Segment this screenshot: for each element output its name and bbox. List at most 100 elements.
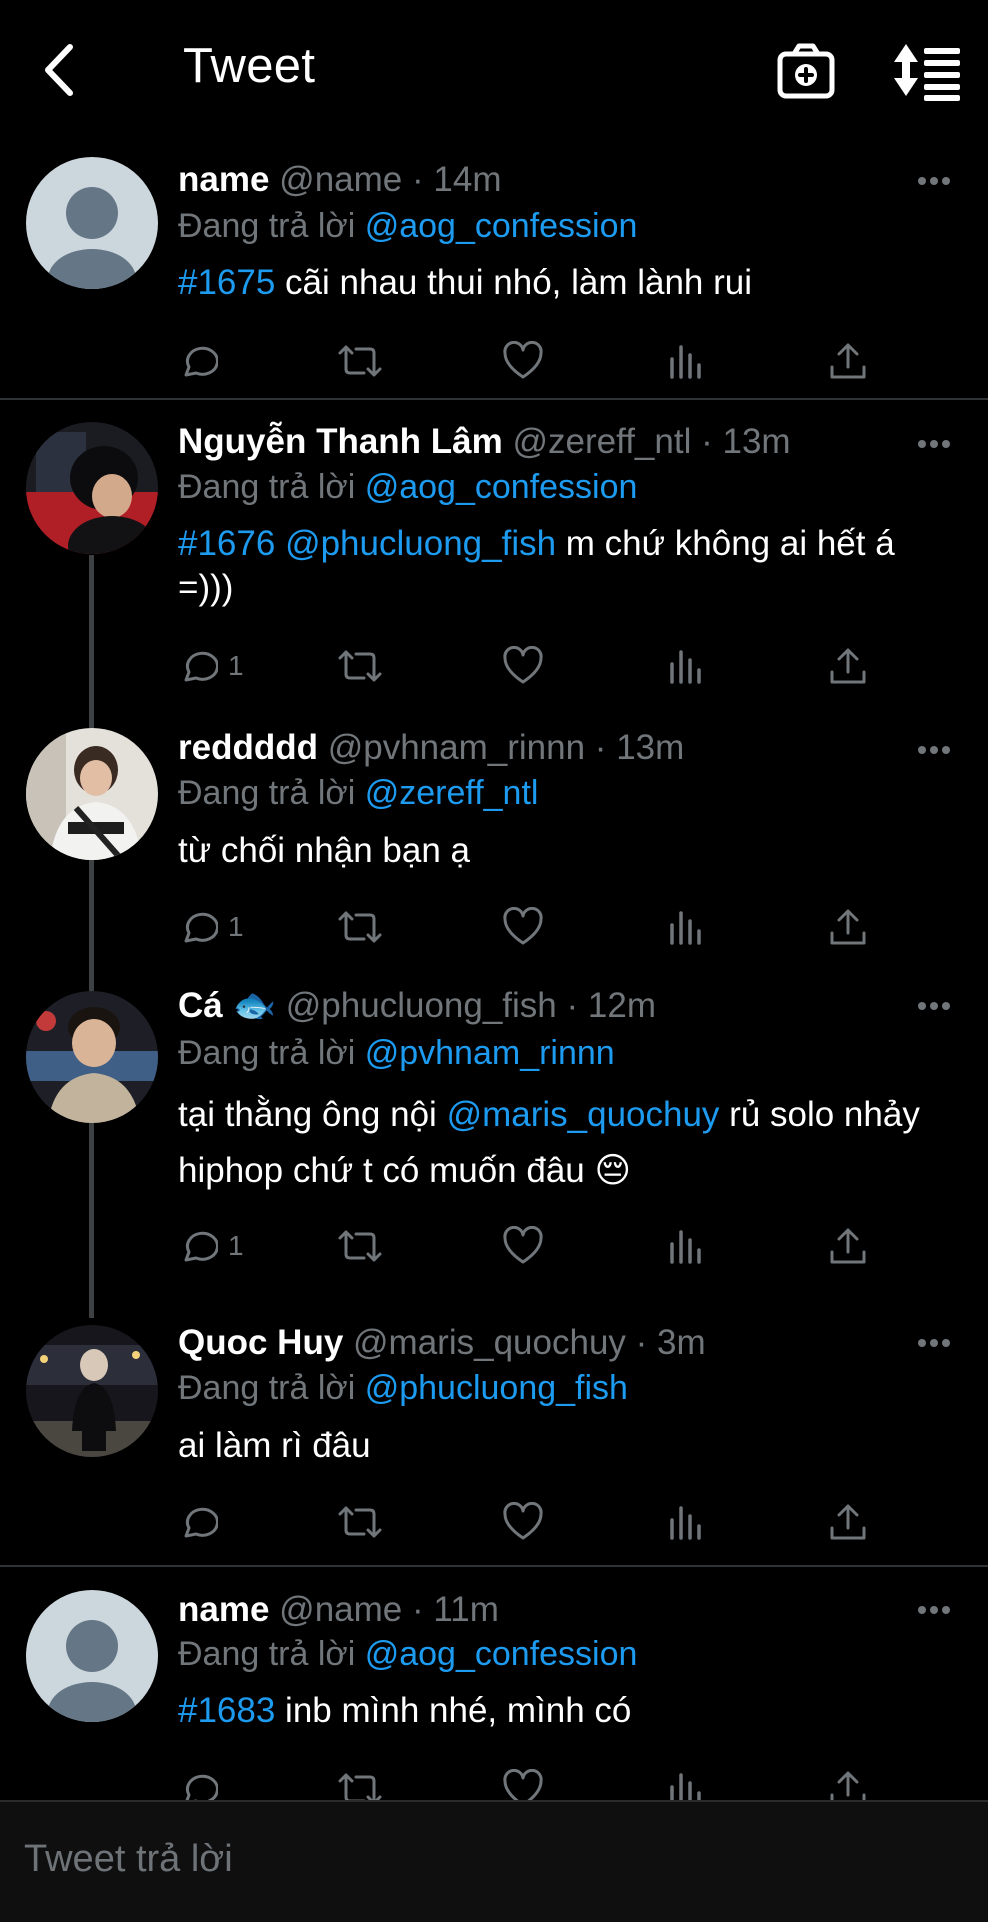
views-button[interactable] <box>668 903 704 951</box>
like-button[interactable] <box>502 1222 544 1270</box>
replying-to-mention[interactable]: @phucluong_fish <box>365 1369 628 1407</box>
reply-button[interactable]: 1 <box>178 642 244 690</box>
mention-link[interactable]: @phucluong_fish <box>285 524 556 563</box>
retweet-button[interactable] <box>336 1222 384 1270</box>
views-button[interactable] <box>668 1765 704 1800</box>
mention-link[interactable]: @maris_quochuy <box>447 1095 720 1134</box>
tweet-actions <box>178 1765 878 1800</box>
user-handle[interactable]: @maris_quochuy <box>353 1323 626 1362</box>
tweet-actions: 1 <box>178 1222 878 1270</box>
retweet-button[interactable] <box>336 903 384 951</box>
retweet-icon <box>338 1506 382 1538</box>
user-handle[interactable]: @zereff_ntl <box>512 422 691 461</box>
retweet-button[interactable] <box>336 642 384 690</box>
reply-input[interactable] <box>22 1828 926 1890</box>
timestamp: 12m <box>587 986 656 1025</box>
share-button[interactable] <box>828 1222 868 1270</box>
user-handle[interactable]: @name <box>279 160 402 199</box>
user-handle[interactable]: @pvhnam_rinnn <box>328 728 585 767</box>
like-button[interactable] <box>502 903 544 951</box>
reply-button[interactable] <box>178 1765 218 1800</box>
avatar[interactable] <box>26 991 158 1123</box>
profile-photo <box>26 991 158 1123</box>
replying-to-mention[interactable]: @aog_confession <box>365 207 638 245</box>
tweet[interactable]: Quoc Huy @maris_quochuy · 3m Đang trả lờ… <box>0 1310 988 1565</box>
camera-button[interactable] <box>774 40 838 104</box>
user-handle[interactable]: @phucluong_fish <box>286 986 557 1025</box>
share-button[interactable] <box>828 1765 868 1800</box>
tweet-header: name @name · 14m <box>178 159 958 201</box>
replying-to: Đang trả lời @pvhnam_rinnn <box>178 1032 615 1074</box>
hashtag-link[interactable]: #1675 <box>178 263 275 302</box>
timestamp: 13m <box>616 728 685 767</box>
replying-to-mention[interactable]: @zereff_ntl <box>365 774 539 812</box>
share-icon <box>830 1228 866 1264</box>
avatar[interactable] <box>26 1325 158 1457</box>
retweet-button[interactable] <box>336 1765 384 1800</box>
views-chart-icon <box>670 1230 701 1264</box>
sort-replies-button[interactable] <box>892 40 964 104</box>
reply-button[interactable]: 1 <box>178 903 244 951</box>
like-button[interactable] <box>502 1765 544 1800</box>
hashtag-link[interactable]: #1683 <box>178 1691 275 1730</box>
timestamp: 11m <box>433 1590 499 1629</box>
retweet-button[interactable] <box>336 1498 384 1546</box>
more-options-icon[interactable] <box>916 175 952 187</box>
timestamp: 3m <box>657 1323 706 1362</box>
replying-to-label: Đang trả lời <box>178 774 356 812</box>
display-name[interactable]: Nguyễn Thanh Lâm <box>178 422 503 461</box>
tweet[interactable]: Cá 🐟 @phucluong_fish · 12m Đang trả lời … <box>0 985 988 1305</box>
replying-to-mention[interactable]: @aog_confession <box>365 1635 638 1673</box>
display-name[interactable]: Quoc Huy <box>178 1323 343 1362</box>
separator-dot: · <box>566 986 579 1025</box>
display-name[interactable]: reddddd <box>178 728 318 767</box>
views-button[interactable] <box>668 1498 704 1546</box>
share-button[interactable] <box>828 1498 868 1546</box>
page-title: Tweet <box>183 39 316 93</box>
views-chart-icon <box>670 911 701 945</box>
replying-to: Đang trả lời @zereff_ntl <box>178 772 538 814</box>
replying-to-mention[interactable]: @aog_confession <box>365 468 638 506</box>
avatar[interactable] <box>26 157 158 289</box>
replying-to-mention[interactable]: @pvhnam_rinnn <box>365 1034 615 1072</box>
display-name[interactable]: Cá 🐟 <box>178 986 276 1025</box>
share-icon <box>830 909 866 945</box>
avatar[interactable] <box>26 422 158 554</box>
more-options-icon[interactable] <box>916 438 952 450</box>
more-options-icon[interactable] <box>916 1337 952 1349</box>
display-name[interactable]: name <box>178 1590 269 1629</box>
retweet-button[interactable] <box>336 337 384 385</box>
like-button[interactable] <box>502 1498 544 1546</box>
reply-composer <box>0 1800 988 1922</box>
hashtag-link[interactable]: #1676 <box>178 524 275 563</box>
reply-button[interactable]: 1 <box>178 1222 244 1270</box>
tweet[interactable]: name @name · 11m Đang trả lời @aog_confe… <box>0 1575 988 1800</box>
back-button[interactable] <box>28 30 88 110</box>
retweet-icon <box>338 345 382 377</box>
tweet[interactable]: Nguyễn Thanh Lâm @zereff_ntl · 13m Đang … <box>0 408 988 710</box>
share-button[interactable] <box>828 337 868 385</box>
separator-dot: · <box>701 422 713 461</box>
reply-button[interactable] <box>178 337 228 385</box>
heart-icon <box>503 646 543 684</box>
more-options-icon[interactable] <box>916 1000 952 1012</box>
display-name[interactable]: name <box>178 160 269 199</box>
tweet[interactable]: name @name · 14m Đang trả lời @aog_confe… <box>0 145 988 400</box>
views-button[interactable] <box>668 1222 704 1270</box>
avatar[interactable] <box>26 728 158 860</box>
avatar[interactable] <box>26 1590 158 1722</box>
views-button[interactable] <box>668 642 704 690</box>
tweet-text-content: inb mình nhé, mình có <box>275 1691 632 1730</box>
reply-button[interactable] <box>178 1498 228 1546</box>
replying-to: Đang trả lời @aog_confession <box>178 205 637 247</box>
like-button[interactable] <box>502 642 544 690</box>
more-options-icon[interactable] <box>916 744 952 756</box>
share-button[interactable] <box>828 642 868 690</box>
views-button[interactable] <box>668 337 704 385</box>
user-handle[interactable]: @name <box>279 1590 402 1629</box>
like-button[interactable] <box>502 337 544 385</box>
more-options-icon[interactable] <box>916 1604 952 1616</box>
tweet[interactable]: reddddd @pvhnam_rinnn · 13m Đang trả lời… <box>0 715 988 977</box>
replying-to-label: Đang trả lời <box>178 1635 356 1673</box>
share-button[interactable] <box>828 903 868 951</box>
